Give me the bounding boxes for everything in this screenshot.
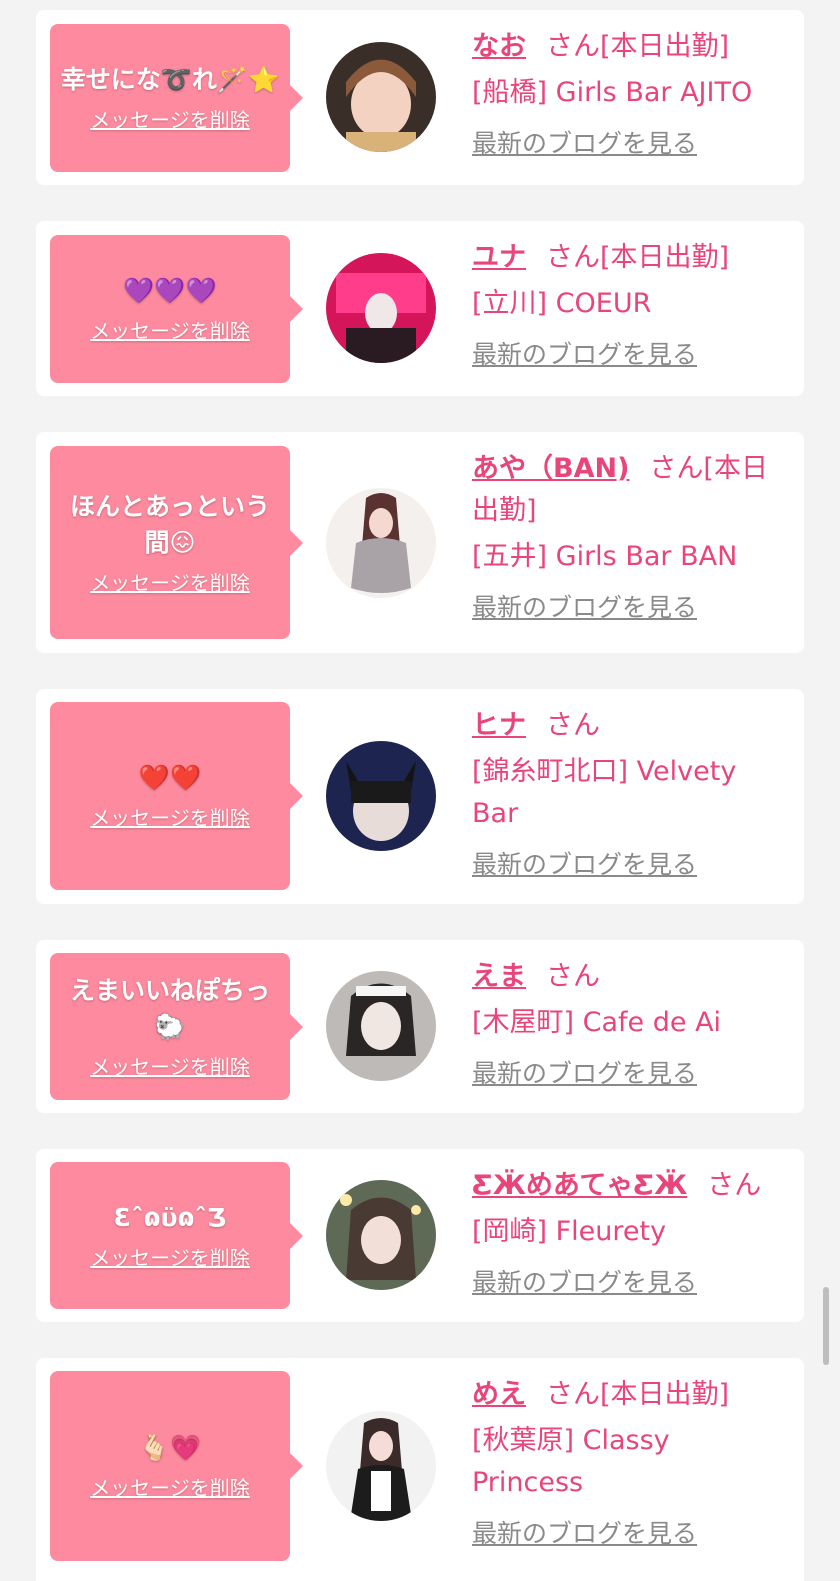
avatar-photo-icon xyxy=(326,488,436,598)
cast-name-link[interactable]: あや（BAN) xyxy=(472,453,629,484)
delete-message-button[interactable]: メッセージを削除 xyxy=(90,106,250,134)
latest-blog-link[interactable]: 最新のブログを見る xyxy=(472,847,697,883)
san-label: さん xyxy=(546,31,600,62)
message-card: 🫰🏻💗 メッセージを削除 めえ さん[本日出勤] [秋葉原] Classy Pri… xyxy=(36,1358,804,1581)
delete-message-button[interactable]: メッセージを削除 xyxy=(90,1474,250,1502)
avatar[interactable] xyxy=(326,741,436,851)
san-label: さん xyxy=(649,453,704,484)
avatar-photo-icon xyxy=(326,1180,436,1290)
shop-label: [立川] COEUR xyxy=(472,288,652,319)
message-card: ほんとあっという間😖 メッセージを削除 あや（BAN) さん[本日出勤] [五井]… xyxy=(36,432,804,653)
san-label: さん xyxy=(546,242,600,273)
status-label: [本日出勤] xyxy=(600,1379,730,1410)
shop-label: [五井] Girls Bar BAN xyxy=(472,541,738,572)
avatar[interactable] xyxy=(326,253,436,363)
avatar[interactable] xyxy=(326,1180,436,1290)
message-text: 🫰🏻💗 xyxy=(138,1433,202,1462)
latest-blog-link[interactable]: 最新のブログを見る xyxy=(472,126,697,162)
san-label: さん xyxy=(707,1170,762,1201)
cast-info: えま さん [木屋町] Cafe de Ai 最新のブログを見る xyxy=(472,956,787,1092)
latest-blog-link[interactable]: 最新のブログを見る xyxy=(472,1056,697,1092)
avatar-photo-icon xyxy=(326,741,436,851)
avatar-photo-icon xyxy=(326,1411,436,1521)
message-bubble: 幸せにな➰れ🪄⭐️ メッセージを削除 xyxy=(50,24,303,172)
message-bubble: 🫰🏻💗 メッセージを削除 xyxy=(50,1371,303,1561)
cast-name-link[interactable]: めえ xyxy=(472,1379,526,1410)
message-text: 幸せにな➰れ🪄⭐️ xyxy=(60,65,280,94)
message-card: 💜💜💜 メッセージを削除 ユナ さん[本日出勤] [立川] COEUR 最新のブロ… xyxy=(36,221,804,396)
shop-label: [船橋] Girls Bar AJITO xyxy=(472,77,753,108)
shop-label: [岡崎] Fleurety xyxy=(472,1216,667,1247)
delete-message-button[interactable]: メッセージを削除 xyxy=(90,569,250,597)
message-text: ほんとあっという間😖 xyxy=(69,491,270,557)
avatar[interactable] xyxy=(326,42,436,152)
latest-blog-link[interactable]: 最新のブログを見る xyxy=(472,590,697,626)
san-label: さん xyxy=(546,710,600,741)
delete-message-button[interactable]: メッセージを削除 xyxy=(90,1244,250,1272)
message-card: ƐˆɷϋɷˆƷ メッセージを削除 ƸӜめあてゃƸӜ さん [岡崎] Fleuret… xyxy=(36,1149,804,1322)
san-label: さん xyxy=(546,961,600,992)
latest-blog-link[interactable]: 最新のブログを見る xyxy=(472,1265,697,1301)
avatar[interactable] xyxy=(326,971,436,1081)
message-bubble: ƐˆɷϋɷˆƷ メッセージを削除 xyxy=(50,1162,303,1309)
delete-message-button[interactable]: メッセージを削除 xyxy=(90,1053,250,1081)
avatar[interactable] xyxy=(326,488,436,598)
message-text: 💜💜💜 xyxy=(123,276,217,305)
status-label: [本日出勤] xyxy=(600,242,730,273)
message-text: えまいいねぽちっ🐑 xyxy=(69,975,270,1041)
avatar-photo-icon xyxy=(326,971,436,1081)
status-label: [本日出勤] xyxy=(600,31,730,62)
avatar-photo-icon xyxy=(326,42,436,152)
cast-name-link[interactable]: ヒナ xyxy=(472,710,526,741)
cast-name-link[interactable]: ユナ xyxy=(472,242,526,273)
message-text: ƐˆɷϋɷˆƷ xyxy=(113,1202,227,1232)
message-bubble: 💜💜💜 メッセージを削除 xyxy=(50,235,303,383)
cast-info: あや（BAN) さん[本日出勤] [五井] Girls Bar BAN 最新のブロ… xyxy=(472,448,787,626)
san-label: さん xyxy=(546,1379,600,1410)
shop-label: [錦糸町北口] Velvety Bar xyxy=(472,756,737,829)
message-card: ❤️❤️ メッセージを削除 ヒナ さん [錦糸町北口] Velvety Bar 最… xyxy=(36,689,804,904)
cast-info: ユナ さん[本日出勤] [立川] COEUR 最新のブログを見る xyxy=(472,237,787,373)
cast-name-link[interactable]: えま xyxy=(472,961,526,992)
avatar-photo-icon xyxy=(326,253,436,363)
shop-label: [秋葉原] Classy Princess xyxy=(472,1425,670,1498)
message-card: 幸せにな➰れ🪄⭐️ メッセージを削除 なお さん[本日出勤] [船橋] Girls… xyxy=(36,10,804,185)
latest-blog-link[interactable]: 最新のブログを見る xyxy=(472,1516,697,1552)
cast-name-link[interactable]: ƸӜめあてゃƸӜ xyxy=(472,1170,687,1201)
cast-info: なお さん[本日出勤] [船橋] Girls Bar AJITO 最新のブログを見… xyxy=(472,26,787,162)
message-bubble: ほんとあっという間😖 メッセージを削除 xyxy=(50,446,303,639)
message-bubble: ❤️❤️ メッセージを削除 xyxy=(50,702,303,890)
latest-blog-link[interactable]: 最新のブログを見る xyxy=(472,337,697,373)
message-card: えまいいねぽちっ🐑 メッセージを削除 えま さん [木屋町] Cafe de Ai… xyxy=(36,940,804,1113)
shop-label: [木屋町] Cafe de Ai xyxy=(472,1007,722,1038)
avatar[interactable] xyxy=(326,1411,436,1521)
cast-name-link[interactable]: なお xyxy=(472,31,526,62)
cast-info: ƸӜめあてゃƸӜ さん [岡崎] Fleurety 最新のブログを見る xyxy=(472,1165,787,1301)
delete-message-button[interactable]: メッセージを削除 xyxy=(90,317,250,345)
cast-info: めえ さん[本日出勤] [秋葉原] Classy Princess 最新のブログを… xyxy=(472,1374,787,1552)
message-bubble: えまいいねぽちっ🐑 メッセージを削除 xyxy=(50,953,303,1100)
cast-info: ヒナ さん [錦糸町北口] Velvety Bar 最新のブログを見る xyxy=(472,705,787,883)
scrollbar[interactable] xyxy=(823,1287,829,1365)
message-text: ❤️❤️ xyxy=(138,763,202,792)
delete-message-button[interactable]: メッセージを削除 xyxy=(90,804,250,832)
